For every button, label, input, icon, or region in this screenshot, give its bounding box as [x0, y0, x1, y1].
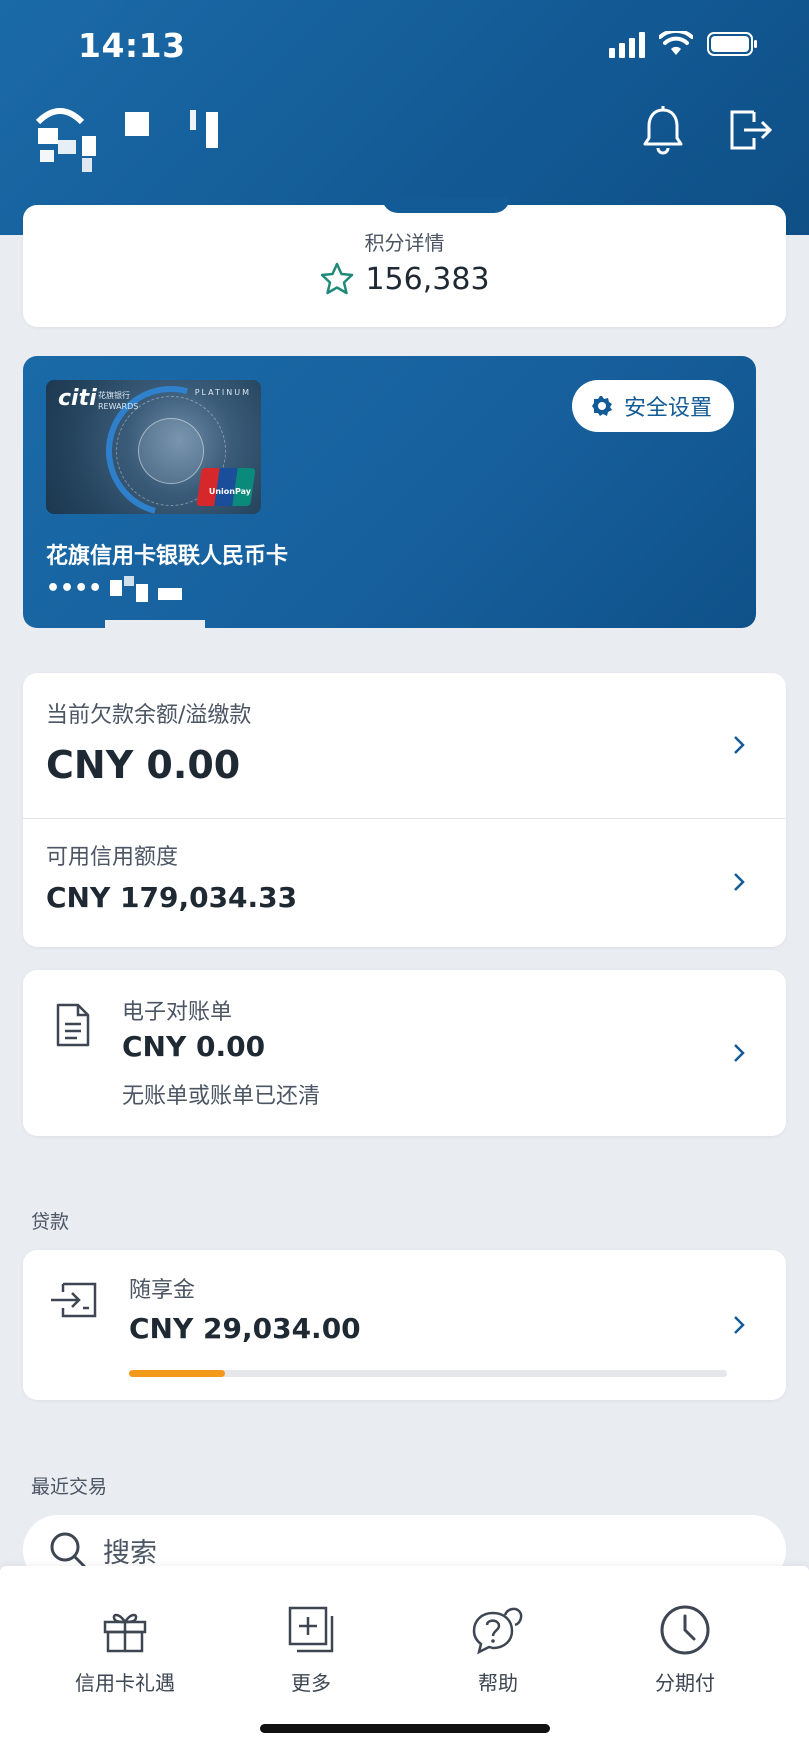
notification-button[interactable]: [635, 102, 691, 158]
nav-label: 帮助: [478, 1671, 518, 1695]
chevron-right-icon: [734, 736, 745, 754]
add-square-icon: [288, 1606, 334, 1653]
chevron-right-icon: [734, 1044, 745, 1062]
bell-icon: [643, 106, 683, 155]
citi-logo: [35, 108, 218, 172]
loan-label: 随享金: [129, 1278, 196, 1303]
statement-note: 无账单或账单已还清: [122, 1084, 321, 1109]
card-emblem: [138, 418, 204, 484]
points-label: 积分详情: [364, 231, 445, 255]
gear-icon: [591, 396, 612, 416]
balance-row[interactable]: 当前欠款余额/溢缴款 CNY 0.00: [23, 673, 786, 818]
card-number-mask: ••••: [46, 575, 103, 601]
card-number: ••••: [46, 574, 188, 602]
document-icon: [56, 1003, 90, 1047]
credit-row[interactable]: 可用信用额度 CNY 179,034.33: [23, 819, 786, 947]
star-icon: [321, 262, 354, 295]
statement-value: CNY 0.00: [122, 1030, 266, 1063]
card-tier: PLATINUM: [194, 388, 251, 397]
status-bar: 14:13: [0, 0, 809, 90]
card-name: 花旗信用卡银联人民币卡: [46, 544, 289, 569]
help-chat-icon: [472, 1607, 523, 1655]
points-card[interactable]: 积分详情 156,383: [23, 205, 786, 327]
card-brand-logo: citi: [58, 386, 97, 411]
card-sub-text: 花旗银行 REWARDS: [98, 391, 139, 411]
search-icon: [50, 1532, 86, 1568]
loan-card[interactable]: 随享金 CNY 29,034.00: [23, 1250, 786, 1400]
credit-card-panel[interactable]: citi 花旗银行 REWARDS PLATINUM UnionPay 安全设置 …: [23, 356, 756, 628]
loan-value: CNY 29,034.00: [129, 1312, 361, 1345]
gift-icon: [103, 1613, 147, 1653]
header-actions: [635, 102, 779, 158]
card-image: citi 花旗银行 REWARDS PLATINUM UnionPay: [46, 380, 261, 514]
points-row: 156,383: [23, 261, 786, 297]
card-number-redacted: [108, 574, 188, 602]
loan-progress-track: [129, 1370, 727, 1377]
search-placeholder: 搜索: [103, 1537, 157, 1569]
logout-icon: [730, 110, 773, 150]
status-icons: [609, 30, 759, 58]
home-indicator: [260, 1724, 550, 1733]
nav-item-more[interactable]: 更多: [231, 1603, 391, 1696]
credit-value: CNY 179,034.33: [46, 881, 298, 914]
statement-label: 电子对账单: [122, 1000, 233, 1025]
card-notch: [105, 620, 205, 630]
credit-label: 可用信用额度: [46, 845, 179, 870]
balance-value: CNY 0.00: [46, 743, 241, 787]
chevron-right-icon: [734, 1316, 745, 1334]
statement-card[interactable]: 电子对账单 CNY 0.00 无账单或账单已还清: [23, 970, 786, 1136]
recent-section-title: 最近交易: [31, 1476, 108, 1498]
logout-button[interactable]: [723, 102, 779, 158]
clock-icon: [660, 1605, 710, 1655]
nav-item-installments[interactable]: 分期付: [605, 1603, 765, 1696]
nav-label: 更多: [291, 1671, 331, 1695]
loans-section-title: 贷款: [31, 1211, 70, 1233]
cellular-signal-icon: [609, 30, 645, 58]
security-settings-label: 安全设置: [623, 396, 712, 421]
points-notch: [382, 197, 510, 213]
nav-item-help[interactable]: 帮助: [418, 1603, 578, 1696]
security-settings-button[interactable]: 安全设置: [571, 380, 734, 432]
chevron-right-icon: [734, 873, 745, 891]
balance-label: 当前欠款余额/溢缴款: [46, 703, 252, 728]
loan-progress-fill: [129, 1370, 225, 1377]
points-value: 156,383: [365, 261, 490, 297]
unionpay-text: UnionPay: [208, 487, 251, 496]
transfer-in-icon: [51, 1282, 97, 1318]
wifi-icon: [659, 31, 693, 55]
nav-label: 信用卡礼遇: [75, 1671, 175, 1695]
nav-label: 分期付: [655, 1671, 715, 1695]
status-time: 14:13: [78, 26, 186, 65]
balance-card: 当前欠款余额/溢缴款 CNY 0.00 可用信用额度 CNY 179,034.3…: [23, 673, 786, 947]
nav-item-card-offers[interactable]: 信用卡礼遇: [45, 1603, 205, 1696]
battery-icon: [707, 32, 757, 56]
